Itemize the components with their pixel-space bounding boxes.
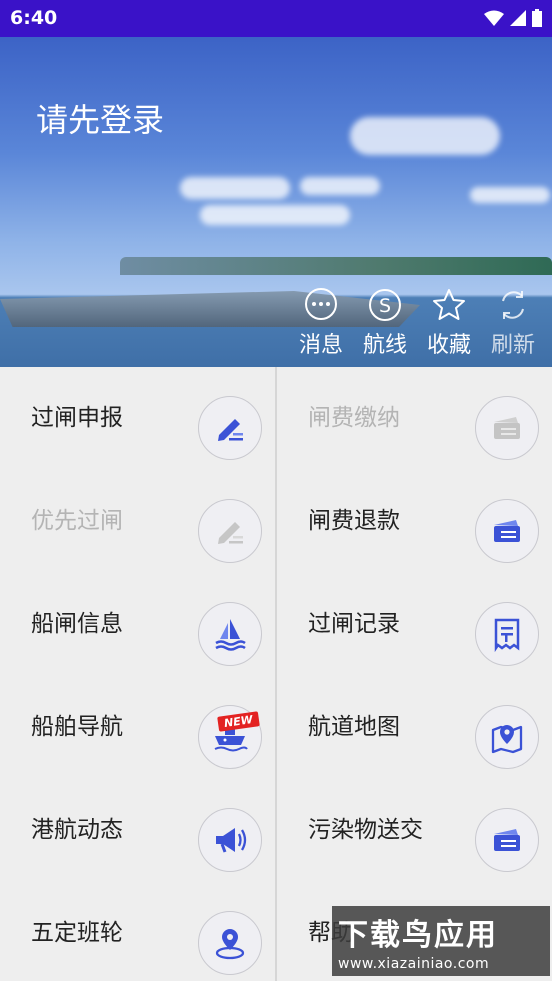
menu-item-pollutant-delivery[interactable]: 污染物送交	[275, 779, 552, 882]
menu-item-label: 船舶导航	[31, 714, 123, 740]
route-icon: S	[369, 289, 401, 321]
menu-row: 优先过闸 闸费退款	[0, 470, 552, 573]
action-favorite-label: 收藏	[426, 333, 471, 358]
banner-cloud	[300, 177, 380, 195]
megaphone-icon	[198, 808, 262, 872]
action-refresh[interactable]: 刷新	[488, 287, 538, 359]
receipt-icon	[475, 602, 539, 666]
pencil-icon	[198, 499, 262, 563]
action-route-label: 航线	[362, 333, 407, 358]
menu-item-channel-map[interactable]: 航道地图	[275, 676, 552, 779]
menu-item-port-news[interactable]: 港航动态	[0, 779, 275, 882]
action-refresh-label: 刷新	[490, 333, 535, 358]
action-route[interactable]: S 航线	[360, 287, 410, 359]
action-message[interactable]: 消息	[296, 287, 346, 359]
menu-item-fee-payment[interactable]: 闸费缴纳	[275, 367, 552, 470]
menu-item-label: 污染物送交	[308, 817, 423, 843]
message-icon	[305, 288, 337, 320]
menu-item-lock-declaration[interactable]: 过闸申报	[0, 367, 275, 470]
sailboat-icon	[198, 602, 262, 666]
action-favorite[interactable]: 收藏	[424, 287, 474, 359]
menu-row: 船舶导航 NEW 航道地图	[0, 676, 552, 779]
menu-item-label: 五定班轮	[31, 920, 123, 946]
menu-row: 过闸申报 闸费缴纳	[0, 367, 552, 470]
menu-grid: 过闸申报 闸费缴纳 优先过闸 闸费退款 船闸信息 过闸记录 船舶导航 NEW 航…	[0, 367, 552, 981]
svg-text:S: S	[379, 295, 391, 317]
system-icons	[484, 9, 542, 27]
menu-row: 港航动态 污染物送交	[0, 779, 552, 882]
status-bar: 6:40	[0, 0, 552, 37]
signal-icon	[510, 10, 526, 26]
menu-item-label: 港航动态	[31, 817, 123, 843]
menu-item-priority-passage[interactable]: 优先过闸	[0, 470, 275, 573]
quick-actions: 消息 S 航线 收藏 刷新	[296, 287, 538, 359]
menu-row: 船闸信息 过闸记录	[0, 573, 552, 676]
wifi-icon	[484, 10, 504, 26]
banner-shore	[120, 257, 552, 275]
action-message-label: 消息	[298, 333, 343, 358]
watermark-title: 下载鸟应用	[338, 918, 498, 953]
menu-item-ship-navigation[interactable]: 船舶导航 NEW	[0, 676, 275, 779]
menu-item-label: 船闸信息	[31, 611, 123, 637]
menu-item-label: 闸费退款	[308, 508, 400, 534]
header-banner: 请先登录 消息 S 航线 收藏 刷新	[0, 37, 552, 367]
status-time: 6:40	[10, 7, 58, 29]
star-icon	[433, 289, 465, 320]
pencil-icon	[198, 396, 262, 460]
menu-item-label: 航道地图	[308, 714, 400, 740]
menu-item-scheduled-liner[interactable]: 五定班轮	[0, 882, 275, 981]
banner-cloud	[470, 187, 550, 203]
card-icon	[475, 808, 539, 872]
watermark: 下载鸟应用 www.xiazainiao.com	[332, 906, 550, 976]
menu-item-label: 过闸申报	[31, 405, 123, 431]
banner-cloud	[350, 117, 500, 155]
watermark-url: www.xiazainiao.com	[338, 956, 490, 972]
menu-item-fee-refund[interactable]: 闸费退款	[275, 470, 552, 573]
card-icon	[475, 499, 539, 563]
map-pin-icon	[475, 705, 539, 769]
menu-item-label: 过闸记录	[308, 611, 400, 637]
location-icon	[198, 911, 262, 975]
battery-icon	[532, 9, 542, 27]
banner-cloud	[200, 205, 350, 225]
menu-item-label: 优先过闸	[31, 508, 123, 534]
menu-item-passage-records[interactable]: 过闸记录	[275, 573, 552, 676]
card-icon	[475, 396, 539, 460]
menu-item-lock-info[interactable]: 船闸信息	[0, 573, 275, 676]
menu-item-label: 闸费缴纳	[308, 405, 400, 431]
login-prompt[interactable]: 请先登录	[36, 95, 164, 141]
refresh-icon	[502, 291, 524, 319]
banner-cloud	[180, 177, 290, 199]
